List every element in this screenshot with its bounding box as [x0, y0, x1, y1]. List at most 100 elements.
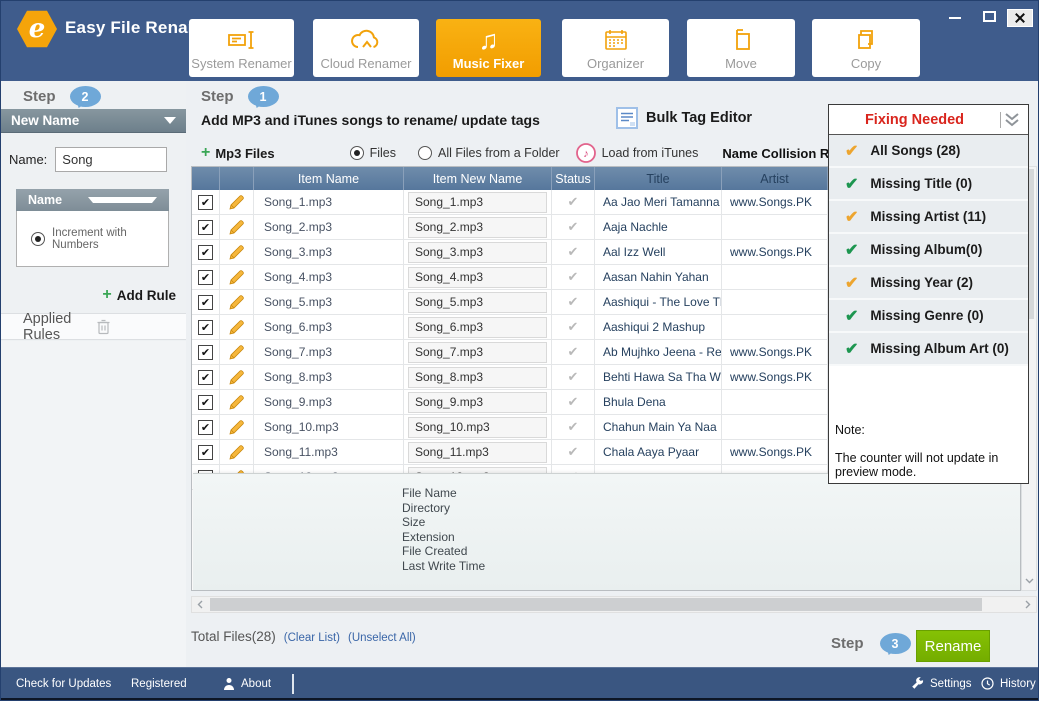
minimize-button[interactable] — [949, 9, 961, 19]
files-radio[interactable] — [350, 146, 364, 160]
item-new-name-cell[interactable]: Song_1.mp3 — [404, 190, 552, 215]
clear-list-link[interactable]: (Clear List) — [284, 632, 340, 644]
edit-button[interactable] — [220, 415, 254, 440]
load-from-itunes-button[interactable]: ♪ Load from iTunes — [576, 143, 699, 163]
row-checkbox[interactable] — [198, 420, 213, 435]
name-rule-dropdown[interactable]: Name — [16, 189, 169, 211]
field-menu-item[interactable]: Directory — [402, 501, 1020, 516]
tab-music-fixer[interactable]: ♫ Music Fixer — [436, 19, 541, 77]
fixing-item[interactable]: ✔Missing Year (2) — [829, 267, 1028, 300]
row-checkbox[interactable] — [198, 370, 213, 385]
column-header-checkbox[interactable] — [192, 167, 220, 190]
item-new-name-cell[interactable]: Song_10.mp3 — [404, 415, 552, 440]
item-name-cell: Song_10.mp3 — [254, 415, 404, 440]
edit-button[interactable] — [220, 290, 254, 315]
settings-button[interactable]: Settings — [911, 668, 972, 699]
title-cell: Behti Hawa Sa Tha Woh — [595, 365, 722, 390]
field-menu-item[interactable]: Size — [402, 515, 1020, 530]
registered-label: Registered — [131, 668, 187, 699]
tab-cloud-renamer[interactable]: Cloud Renamer — [313, 19, 419, 77]
artist-cell: www.Songs.PK — [722, 365, 828, 390]
person-icon — [223, 677, 235, 690]
fixing-item[interactable]: ✔All Songs (28) — [829, 135, 1028, 168]
field-menu-item[interactable]: Last Write Time — [402, 559, 1020, 574]
row-checkbox[interactable] — [198, 345, 213, 360]
column-header-item-name[interactable]: Item Name — [254, 167, 404, 190]
fixing-item[interactable]: ✔Missing Title (0) — [829, 168, 1028, 201]
item-new-name-cell[interactable]: Song_7.mp3 — [404, 340, 552, 365]
item-new-name-cell[interactable]: Song_6.mp3 — [404, 315, 552, 340]
column-header-status[interactable]: Status — [552, 167, 595, 190]
column-header-title[interactable]: Title — [595, 167, 722, 190]
column-header-edit[interactable] — [220, 167, 254, 190]
edit-button[interactable] — [220, 340, 254, 365]
tab-organizer[interactable]: Organizer — [562, 19, 669, 77]
tab-system-renamer[interactable]: System Renamer — [189, 19, 294, 77]
field-name-menu: File NameDirectorySizeExtensionFile Crea… — [193, 473, 1020, 591]
field-menu-item[interactable]: Extension — [402, 530, 1020, 545]
edit-button[interactable] — [220, 265, 254, 290]
add-rule-button[interactable]: + Add Rule — [102, 286, 176, 304]
edit-button[interactable] — [220, 390, 254, 415]
edit-button[interactable] — [220, 440, 254, 465]
new-name-dropdown[interactable]: New Name — [1, 109, 186, 133]
rename-field-icon — [227, 24, 257, 56]
itunes-icon: ♪ — [576, 143, 596, 163]
row-checkbox[interactable] — [198, 245, 213, 260]
horizontal-scrollbar-thumb[interactable] — [210, 598, 982, 611]
all-files-folder-radio[interactable] — [418, 146, 432, 160]
edit-button[interactable] — [220, 240, 254, 265]
collapse-panel-button[interactable] — [1000, 112, 1020, 128]
item-new-name-cell[interactable]: Song_8.mp3 — [404, 365, 552, 390]
row-checkbox[interactable] — [198, 220, 213, 235]
column-header-item-new-name[interactable]: Item New Name — [404, 167, 552, 190]
check-for-updates-link[interactable]: Check for Updates — [16, 668, 111, 699]
item-new-name-cell[interactable]: Song_2.mp3 — [404, 215, 552, 240]
artist-cell — [722, 290, 828, 315]
add-mp3-files-button[interactable]: + Mp3 Files — [201, 144, 275, 162]
check-icon: ✔ — [845, 339, 858, 359]
tab-move[interactable]: Move — [687, 19, 795, 77]
scroll-down-arrow-icon[interactable] — [1022, 574, 1036, 588]
check-icon: ✔ — [845, 240, 858, 260]
close-button[interactable] — [1007, 9, 1033, 27]
field-menu-item[interactable]: File Created — [402, 544, 1020, 559]
row-checkbox[interactable] — [198, 195, 213, 210]
tab-copy[interactable]: Copy — [812, 19, 920, 77]
row-checkbox[interactable] — [198, 270, 213, 285]
scroll-left-arrow-icon[interactable] — [192, 597, 208, 612]
row-checkbox[interactable] — [198, 320, 213, 335]
about-button[interactable]: About — [223, 668, 271, 699]
sidebar: Step 2 New Name Name: Name Increment wit… — [1, 81, 186, 669]
fixing-item[interactable]: ✔Missing Artist (11) — [829, 201, 1028, 234]
item-new-name-cell[interactable]: Song_4.mp3 — [404, 265, 552, 290]
bulk-tag-editor-button[interactable]: Bulk Tag Editor — [616, 107, 752, 129]
row-checkbox[interactable] — [198, 395, 213, 410]
item-new-name-cell[interactable]: Song_3.mp3 — [404, 240, 552, 265]
table-horizontal-scrollbar[interactable] — [191, 596, 1037, 613]
edit-button[interactable] — [220, 190, 254, 215]
column-header-artist[interactable]: Artist — [722, 167, 828, 190]
history-button[interactable]: History — [981, 668, 1036, 699]
item-new-name-cell[interactable]: Song_5.mp3 — [404, 290, 552, 315]
scroll-right-arrow-icon[interactable] — [1020, 597, 1036, 612]
item-new-name-cell[interactable]: Song_11.mp3 — [404, 440, 552, 465]
rename-button[interactable]: Rename — [916, 630, 990, 662]
row-checkbox[interactable] — [198, 445, 213, 460]
artist-cell — [722, 390, 828, 415]
edit-button[interactable] — [220, 365, 254, 390]
increment-with-numbers-radio[interactable] — [31, 232, 45, 246]
bulk-tag-editor-label: Bulk Tag Editor — [646, 110, 752, 126]
edit-button[interactable] — [220, 215, 254, 240]
field-menu-item[interactable]: File Name — [402, 486, 1020, 501]
fixing-item[interactable]: ✔Missing Album Art (0) — [829, 333, 1028, 366]
row-checkbox[interactable] — [198, 295, 213, 310]
edit-button[interactable] — [220, 315, 254, 340]
name-input[interactable] — [55, 147, 167, 172]
unselect-all-link[interactable]: (Unselect All) — [348, 632, 416, 644]
maximize-button[interactable] — [983, 9, 996, 22]
item-new-name-cell[interactable]: Song_9.mp3 — [404, 390, 552, 415]
fixing-item[interactable]: ✔Missing Genre (0) — [829, 300, 1028, 333]
trash-icon[interactable] — [96, 318, 169, 335]
fixing-item[interactable]: ✔Missing Album(0) — [829, 234, 1028, 267]
